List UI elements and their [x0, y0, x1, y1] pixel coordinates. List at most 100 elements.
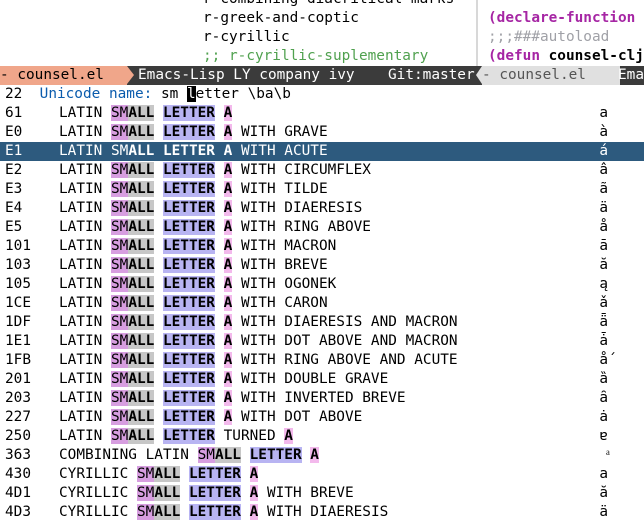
code-text: ivy: [635, 10, 644, 26]
minibuffer: 22 Unicode name: sm letter \ba\b 61 LATIN…: [0, 85, 644, 522]
candidate-glyph: ą: [599, 276, 608, 292]
match-highlight: ALL: [128, 428, 155, 444]
candidate-name-text: [215, 124, 224, 140]
candidate-name-prefix: LATIN: [59, 333, 111, 349]
candidate-name-text: [154, 409, 163, 425]
candidate-row[interactable]: 1CE LATIN SMALL LETTER A WITH CARON ǎ: [0, 294, 644, 313]
candidate-name-suffix: WITH RING ABOVE: [232, 219, 371, 235]
candidate-name-text: [215, 143, 224, 159]
candidate-row[interactable]: 227 LATIN SMALL LETTER A WITH DOT ABOVE ȧ: [0, 408, 644, 427]
candidate-row[interactable]: E5 LATIN SMALL LETTER A WITH RING ABOVE å: [0, 218, 644, 237]
candidate-name-text: [215, 390, 224, 406]
match-highlight: ALL: [128, 200, 155, 216]
candidate-row[interactable]: 363COMBINING LATIN SMALL LETTER Aͣ: [0, 446, 644, 465]
candidate-name-prefix: LATIN: [59, 409, 111, 425]
candidate-row[interactable]: 1E1 LATIN SMALL LETTER A WITH DOT ABOVE A…: [0, 332, 644, 351]
candidate-name-text: [215, 333, 224, 349]
candidate-row[interactable]: 103 LATIN SMALL LETTER A WITH BREVE ă: [0, 256, 644, 275]
match-highlight: SM: [110, 276, 129, 292]
candidate-count: 22: [5, 86, 23, 102]
candidate-code: 4D1: [5, 485, 31, 501]
candidate-name-text: [215, 295, 224, 311]
candidate-name-text: [154, 276, 163, 292]
selected-candidate-row[interactable]: E1 LATIN SMALL LETTER A WITH ACUTE á: [0, 142, 644, 161]
candidate-name-prefix: LATIN: [59, 352, 111, 368]
match-highlight: ALL: [128, 219, 155, 235]
candidate-row[interactable]: 203 LATIN SMALL LETTER A WITH INVERTED BR…: [0, 389, 644, 408]
editor-window-left[interactable]: r-combining-diacritical-marks r-greek-an…: [0, 0, 476, 66]
prompt-line[interactable]: 22 Unicode name: sm letter \ba\b: [0, 85, 644, 104]
candidate-glyph: ȧ: [599, 409, 608, 425]
match-highlight: A: [310, 447, 319, 463]
modeline-vc-branch[interactable]: Git:master: [388, 66, 476, 85]
match-highlight: SM: [136, 504, 155, 520]
editor-window-right[interactable]: (declare-function ivy ;;;###autoload (de…: [478, 0, 644, 66]
candidate-name-prefix: LATIN: [59, 428, 111, 444]
candidate-row[interactable]: 61 LATIN SMALL LETTER Aa: [0, 104, 644, 123]
candidate-name-text: [241, 447, 250, 463]
code-line: (declare-function ivy: [478, 9, 644, 28]
match-highlight: ALL: [128, 238, 155, 254]
candidate-name-text: [241, 504, 250, 520]
candidate-row[interactable]: E4 LATIN SMALL LETTER A WITH DIAERESIS ä: [0, 199, 644, 218]
match-highlight: SM: [110, 105, 129, 121]
candidate-row[interactable]: E3 LATIN SMALL LETTER A WITH TILDE ã: [0, 180, 644, 199]
candidate-glyph: ǟ: [599, 314, 608, 330]
candidate-row[interactable]: 250 LATIN SMALL LETTER TURNED Aɐ: [0, 427, 644, 446]
candidate-glyph: ȃ: [599, 390, 608, 406]
candidate-row[interactable]: 4D3 CYRILLIC SMALL LETTER A WITH DIAERESI…: [0, 503, 644, 522]
match-highlight: ALL: [154, 485, 181, 501]
candidate-name-prefix: CYRILLIC: [59, 504, 137, 520]
candidate-row[interactable]: E0 LATIN SMALL LETTER A WITH GRAVE à: [0, 123, 644, 142]
candidate-glyph: ǻ: [599, 352, 608, 368]
candidate-name-suffix: WITH MACRON: [232, 238, 337, 254]
candidate-name-text: [215, 276, 224, 292]
modeline-buffer-name-right[interactable]: - counsel.el: [482, 66, 620, 85]
match-highlight: LETTER: [162, 276, 215, 292]
candidate-glyph: å: [599, 219, 608, 235]
candidate-row[interactable]: 1DF LATIN SMALL LETTER A WITH DIAERESIS A…: [0, 313, 644, 332]
modeline-modes-right[interactable]: Emacs: [618, 66, 644, 85]
candidate-name-suffix: WITH BREVE: [258, 485, 354, 501]
modeline-major-minor-modes[interactable]: Emacs-Lisp LY company ivy: [132, 66, 396, 85]
candidate-row[interactable]: 4D1 CYRILLIC SMALL LETTER A WITH BREVE ӑ: [0, 484, 644, 503]
match-highlight: ALL: [128, 333, 155, 349]
candidate-row[interactable]: 1FB LATIN SMALL LETTER A WITH RING ABOVE …: [0, 351, 644, 370]
match-highlight: LETTER: [162, 390, 215, 406]
candidate-name-text: [215, 409, 224, 425]
match-highlight: A: [223, 371, 233, 387]
candidate-name-prefix: LATIN: [59, 105, 111, 121]
code-function-name: counsel-clj: [539, 48, 644, 64]
candidate-glyph: ā: [599, 238, 608, 254]
candidate-row[interactable]: E2 LATIN SMALL LETTER A WITH CIRCUMFLEX â: [0, 161, 644, 180]
candidate-row[interactable]: 105 LATIN SMALL LETTER A WITH OGONEK ą: [0, 275, 644, 294]
match-highlight: ALL: [128, 295, 155, 311]
match-highlight: ALL: [154, 466, 181, 482]
match-highlight: ALL: [128, 162, 155, 178]
match-highlight: ALL: [128, 181, 155, 197]
candidate-glyph: ã: [599, 181, 608, 197]
candidate-name-text: [154, 352, 163, 368]
input-text-before[interactable]: sm: [152, 86, 187, 102]
match-highlight: A: [249, 466, 259, 482]
match-highlight: LETTER: [249, 447, 302, 463]
candidate-row[interactable]: 201 LATIN SMALL LETTER A WITH DOUBLE GRAV…: [0, 370, 644, 389]
modeline-buffer-name[interactable]: - counsel.el: [0, 66, 127, 85]
match-highlight: LETTER: [162, 181, 215, 197]
input-text-after[interactable]: etter \ba\b: [196, 86, 291, 102]
candidate-glyph: ȁ: [599, 371, 608, 387]
match-highlight: SM: [110, 238, 129, 254]
match-highlight: ALL: [128, 124, 155, 140]
candidate-row[interactable]: 430 CYRILLIC SMALL LETTER Aа: [0, 465, 644, 484]
candidate-row[interactable]: 101 LATIN SMALL LETTER A WITH MACRON ā: [0, 237, 644, 256]
match-highlight: LETTER: [162, 143, 215, 159]
match-highlight: SM: [110, 200, 129, 216]
candidate-glyph: ă: [599, 257, 608, 273]
candidate-name-text: [241, 485, 250, 501]
match-highlight: ALL: [128, 371, 155, 387]
match-highlight: LETTER: [162, 409, 215, 425]
candidate-list: 61 LATIN SMALL LETTER Aa E0 LATIN SMALL LET…: [0, 104, 644, 522]
candidate-name-text: [180, 504, 189, 520]
candidate-name-suffix: WITH GRAVE: [232, 124, 328, 140]
match-highlight: SM: [110, 390, 129, 406]
